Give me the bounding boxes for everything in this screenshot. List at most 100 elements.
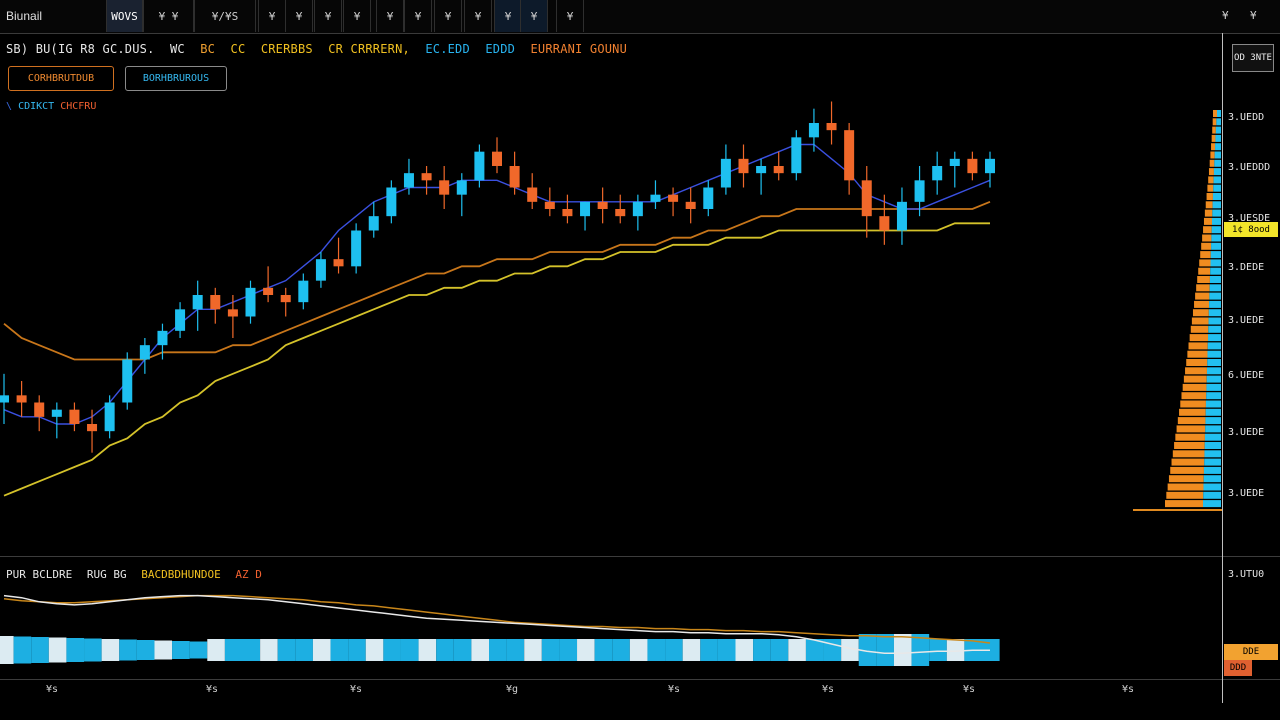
candle-body[interactable]: [914, 180, 925, 202]
price-scale-divider: [1222, 33, 1223, 703]
candle-body[interactable]: [175, 309, 186, 331]
volume-profile-bar-sell: [1181, 392, 1207, 400]
candle-body[interactable]: [492, 151, 502, 166]
volume-profile-bar-sell: [1192, 309, 1209, 317]
volume-profile-bar-buy: [1215, 134, 1221, 142]
volume-profile-bar-buy: [1208, 334, 1221, 342]
scale-mode-box[interactable]: OD 3NTE: [1232, 44, 1274, 72]
candle-body[interactable]: [808, 123, 819, 138]
volume-profile-bar-sell: [1207, 184, 1214, 192]
candle-body[interactable]: [967, 158, 978, 174]
volume-profile-bar-sell: [1195, 292, 1210, 300]
volume-profile-bar-sell: [1191, 317, 1209, 325]
candle-body[interactable]: [615, 209, 626, 217]
candle-body[interactable]: [227, 309, 238, 317]
candle-body[interactable]: [509, 166, 520, 188]
candle-body[interactable]: [87, 424, 98, 432]
candle-body[interactable]: [932, 166, 943, 181]
candle-body[interactable]: [139, 345, 150, 360]
oscillator-histogram-bar: [682, 639, 701, 661]
candle-body[interactable]: [0, 395, 9, 403]
candle-body[interactable]: [122, 359, 133, 403]
candle-body[interactable]: [351, 230, 362, 267]
candle-body[interactable]: [562, 209, 573, 217]
candle-body[interactable]: [685, 201, 696, 209]
volume-profile-bar-buy: [1203, 491, 1221, 499]
candle-body[interactable]: [756, 166, 767, 174]
volume-profile-bar-sell: [1208, 168, 1214, 176]
candle-body[interactable]: [16, 395, 27, 403]
candle-body[interactable]: [69, 409, 80, 424]
oscillator-histogram-bar: [31, 637, 49, 663]
candle-body[interactable]: [157, 330, 168, 346]
moving-average-line: [3, 143, 991, 425]
candle-body[interactable]: [280, 295, 291, 303]
candle-body[interactable]: [104, 402, 115, 432]
candle-body[interactable]: [386, 187, 397, 217]
oscillator-histogram-bar: [0, 636, 14, 664]
volume-profile-bar-buy: [1212, 193, 1221, 200]
candle-body[interactable]: [333, 259, 344, 267]
candle-body[interactable]: [315, 259, 326, 281]
candle-body[interactable]: [949, 158, 960, 166]
candle-body[interactable]: [861, 180, 872, 217]
volume-profile-bar-sell: [1170, 466, 1204, 474]
candle-body[interactable]: [826, 123, 837, 131]
osc-title-2: RUG BG: [86, 568, 127, 581]
candle-body[interactable]: [668, 194, 679, 202]
oscillator-histogram-bar: [805, 639, 824, 661]
candle-body[interactable]: [439, 180, 450, 195]
candle-body[interactable]: [474, 151, 485, 181]
candle-body[interactable]: [703, 187, 714, 210]
candle-body[interactable]: [791, 137, 802, 174]
volume-profile-bar-sell: [1168, 475, 1204, 483]
candle-body[interactable]: [738, 158, 749, 174]
moving-average-line: [3, 222, 990, 497]
candle-body[interactable]: [632, 201, 643, 217]
volume-profile-bar-sell: [1165, 500, 1203, 508]
candle-body[interactable]: [580, 201, 591, 217]
candle-body[interactable]: [527, 187, 538, 202]
candle-body[interactable]: [896, 201, 907, 231]
candle-body[interactable]: [192, 295, 203, 310]
volume-profile-bar-sell: [1204, 209, 1213, 217]
candle-body[interactable]: [403, 173, 414, 188]
oscillator-histogram-bar: [84, 638, 102, 662]
volume-profile-bar-buy: [1204, 450, 1221, 458]
oscillator-histogram-bar: [629, 639, 648, 661]
price-chart[interactable]: [0, 0, 1280, 720]
candle-body[interactable]: [368, 216, 379, 231]
candle-body[interactable]: [421, 173, 432, 181]
volume-profile-bar-buy: [1206, 392, 1221, 400]
volume-profile-bar-sell: [1200, 251, 1211, 259]
volume-profile-bar-buy: [1209, 292, 1221, 300]
candle-body[interactable]: [844, 130, 855, 181]
volume-profile-bar-buy: [1203, 466, 1221, 474]
time-axis-label: ¥s: [668, 684, 681, 695]
candle-body[interactable]: [879, 216, 890, 231]
pane-divider[interactable]: [0, 556, 1280, 557]
candle-body[interactable]: [720, 158, 731, 188]
candle-body[interactable]: [298, 280, 309, 303]
candle-body[interactable]: [544, 201, 555, 209]
candle-body[interactable]: [456, 180, 467, 195]
oscillator-histogram-bar: [946, 639, 965, 661]
candle-body[interactable]: [263, 287, 274, 295]
volume-profile-bar-sell: [1198, 267, 1211, 275]
price-scale-label: 3.UEDD: [1228, 112, 1265, 123]
candle-body[interactable]: [650, 194, 661, 202]
volume-profile-bar-buy: [1208, 317, 1221, 325]
volume-profile-bar-sell: [1182, 383, 1207, 391]
volume-profile-bar-buy: [1210, 267, 1221, 275]
volume-profile-bar-sell: [1189, 334, 1209, 342]
candle-body[interactable]: [34, 402, 45, 417]
volume-profile-bar-buy: [1205, 417, 1221, 425]
candle-body[interactable]: [245, 287, 256, 317]
candle-body[interactable]: [51, 409, 62, 417]
candle-body[interactable]: [597, 201, 608, 209]
volume-profile-bar-buy: [1210, 259, 1221, 267]
candle-body[interactable]: [985, 158, 995, 174]
oscillator-histogram-bar: [436, 639, 454, 661]
candle-body[interactable]: [210, 295, 221, 310]
candle-body[interactable]: [773, 166, 784, 174]
